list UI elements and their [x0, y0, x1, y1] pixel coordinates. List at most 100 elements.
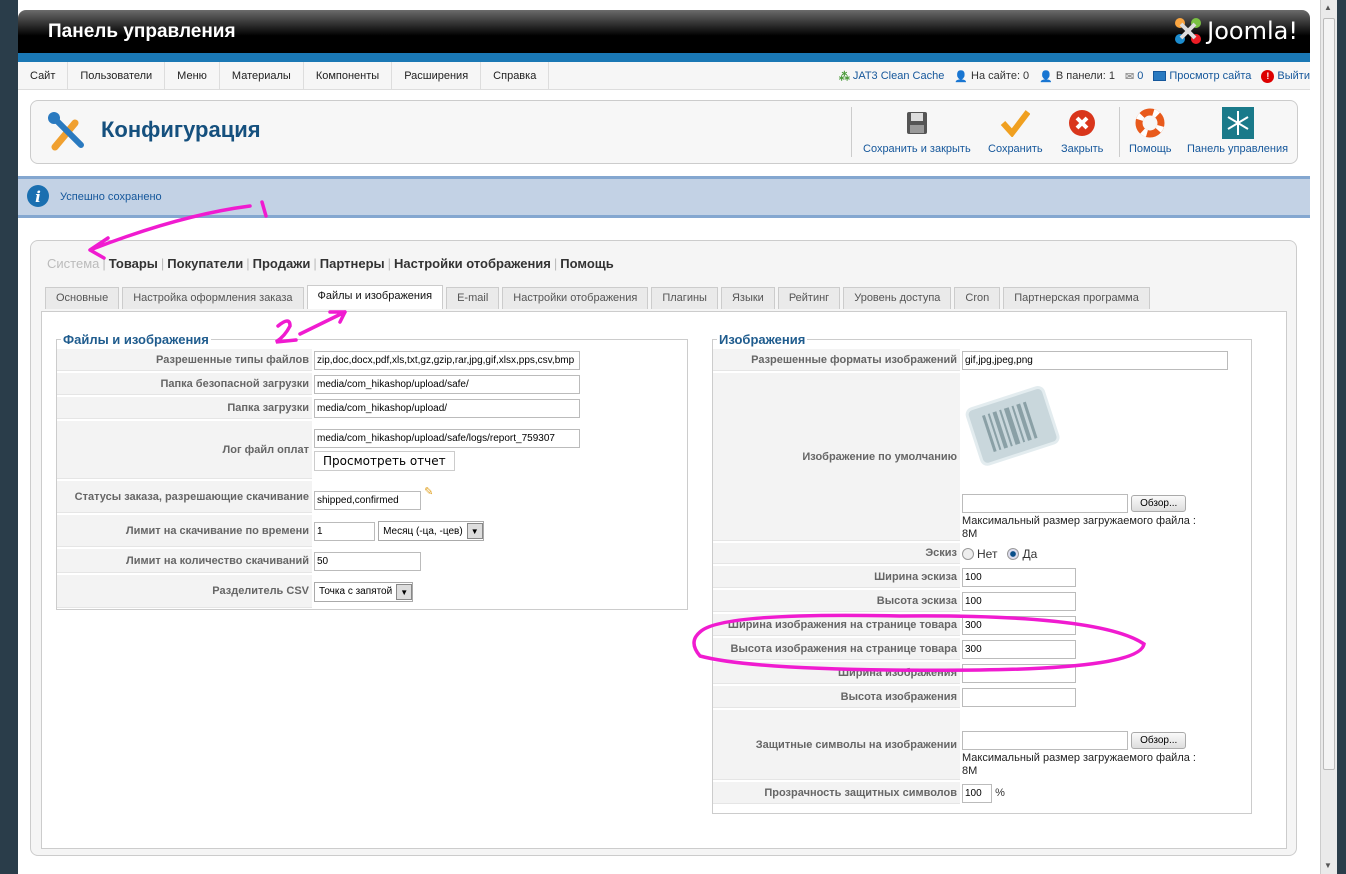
close-button[interactable]: Закрыть [1061, 107, 1103, 155]
menu-menus[interactable]: Меню [165, 62, 220, 89]
in-panel-count: 👤 В панели: 1 [1039, 70, 1115, 83]
menu-help[interactable]: Справка [481, 62, 550, 89]
tab-checkout[interactable]: Настройка оформления заказа [122, 287, 304, 309]
chevron-down-icon: ▼ [466, 523, 483, 539]
default-image-file-input[interactable] [962, 494, 1128, 513]
label: Лимит на скачивание по времени [57, 515, 312, 547]
watermark-opacity-input[interactable] [962, 783, 992, 803]
images-fieldset: Изображения Разрешенные форматы изображе… [712, 332, 1252, 814]
lifebuoy-icon [1135, 108, 1165, 138]
label: Высота изображения на странице товара [713, 638, 960, 660]
joomla-icon [1175, 18, 1202, 44]
tab-email[interactable]: E-mail [446, 287, 500, 309]
csv-separator-select[interactable]: Точка с запятой ▼ [314, 581, 414, 602]
label: Высота изображения [713, 686, 960, 708]
clean-cache-link[interactable]: ⁂ JAT3 Clean Cache [839, 70, 945, 83]
label: Прозрачность защитных символов [713, 782, 960, 804]
close-icon [1069, 110, 1096, 136]
nav-products[interactable]: Товары [109, 256, 158, 271]
checkmark-icon [1001, 110, 1031, 137]
max-size-note: Максимальный размер загружаемого файла : [962, 515, 1196, 527]
label: Разрешенные типы файлов [57, 349, 312, 371]
tab-plugins[interactable]: Плагины [651, 287, 718, 309]
default-barcode-image [965, 386, 1060, 466]
view-report-button[interactable]: Просмотреть отчет [314, 451, 455, 471]
image-height-input[interactable] [962, 687, 1076, 707]
menu-components[interactable]: Компоненты [304, 62, 393, 89]
browse-button[interactable]: Обзор... [1131, 495, 1187, 512]
menu-content[interactable]: Материалы [220, 62, 304, 89]
monitor-icon [1153, 71, 1167, 81]
label: Папка загрузки [57, 397, 312, 419]
save-button[interactable]: Сохранить [988, 107, 1043, 155]
tab-affiliate[interactable]: Партнерская программа [1003, 287, 1150, 309]
image-formats-input[interactable] [962, 350, 1228, 370]
status-bar: ⁂ JAT3 Clean Cache 👤 На сайте: 0 👤 В панели… [839, 62, 1310, 90]
allowed-types-input[interactable] [314, 350, 580, 370]
count-limit-input[interactable] [314, 551, 421, 571]
time-limit-input[interactable] [314, 521, 375, 541]
tab-access[interactable]: Уровень доступа [843, 287, 952, 309]
nav-partners[interactable]: Партнеры [320, 256, 385, 271]
header-title: Панель управления [48, 21, 236, 42]
logout-link[interactable]: ! Выйти [1261, 69, 1310, 83]
nav-display[interactable]: Настройки отображения [394, 256, 551, 271]
menu-site[interactable]: Сайт [18, 62, 69, 89]
payment-log-input[interactable] [314, 429, 580, 448]
vertical-scrollbar[interactable]: ▲ ▼ [1320, 0, 1337, 874]
max-size-value: 8M [962, 528, 978, 540]
watermark-file-input[interactable] [962, 730, 1128, 750]
files-legend: Файлы и изображения [63, 332, 209, 347]
nav-orders[interactable]: Продажи [253, 256, 311, 271]
admin-header: Панель управления Joomla! [18, 10, 1310, 53]
thumbnail-yes-radio[interactable] [1007, 548, 1020, 561]
nav-customers[interactable]: Покупатели [167, 256, 243, 271]
hikashop-config-panel: Система | Товары | Покупатели | Продажи | Партне… [30, 240, 1297, 856]
product-image-width-input[interactable] [962, 615, 1076, 635]
nav-help[interactable]: Помощь [560, 256, 613, 271]
edit-icon[interactable]: ✎ [424, 486, 433, 498]
tab-cron[interactable]: Cron [954, 287, 1001, 309]
messages-link[interactable]: ✉ 0 [1125, 70, 1143, 83]
mail-icon: ✉ [1124, 70, 1135, 83]
admin-user-icon: 👤 [1039, 70, 1053, 83]
files-fieldset: Файлы и изображения Разрешенные типы фай… [56, 332, 688, 610]
image-width-input[interactable] [962, 663, 1076, 683]
download-statuses-input[interactable] [314, 490, 421, 510]
on-site-count: 👤 На сайте: 0 [954, 70, 1030, 83]
thumbnail-width-input[interactable] [962, 567, 1076, 587]
menu-users[interactable]: Пользователи [68, 62, 166, 89]
menu-extensions[interactable]: Расширения [392, 62, 482, 89]
tab-display[interactable]: Настройки отображения [502, 287, 649, 309]
product-image-height-input[interactable] [962, 639, 1076, 659]
browse-button[interactable]: Обзор... [1131, 731, 1187, 749]
max-size-value: 8M [962, 764, 978, 777]
info-icon: i [27, 185, 49, 207]
nav-system[interactable]: Система [47, 256, 99, 271]
tab-files-images[interactable]: Файлы и изображения [306, 285, 444, 309]
view-site-link[interactable]: Просмотр сайта [1153, 70, 1251, 82]
time-unit-select[interactable]: Месяц (-ца, -цев) ▼ [378, 521, 484, 541]
label: Изображение по умолчанию [713, 373, 960, 541]
label: Лог файл оплат [57, 421, 312, 479]
max-size-note: Максимальный размер загружаемого файла : [962, 751, 1196, 764]
tab-main[interactable]: Основные [45, 287, 120, 309]
scrollbar-thumb[interactable] [1323, 18, 1335, 770]
component-nav: Система | Товары | Покупатели | Продажи | Партне… [47, 256, 614, 271]
control-panel-icon [1221, 107, 1254, 139]
thumbnail-height-input[interactable] [962, 591, 1076, 611]
page-title: Конфигурация [101, 117, 261, 142]
tab-rating[interactable]: Рейтинг [777, 287, 841, 309]
control-panel-button[interactable]: Панель управления [1187, 107, 1288, 155]
joomla-logo[interactable]: Joomla! [1173, 16, 1298, 46]
safe-folder-input[interactable] [314, 374, 580, 394]
upload-folder-input[interactable] [314, 398, 580, 418]
help-button[interactable]: Помощь [1129, 107, 1172, 155]
save-close-button[interactable]: Сохранить и закрыть [863, 107, 971, 155]
message-text: Успешно сохранено [60, 191, 162, 203]
label: Эскиз [713, 543, 960, 564]
cache-icon: ⁂ [838, 70, 850, 83]
tab-languages[interactable]: Языки [720, 287, 775, 309]
user-icon: 👤 [954, 70, 969, 83]
thumbnail-no-radio[interactable] [962, 548, 974, 561]
